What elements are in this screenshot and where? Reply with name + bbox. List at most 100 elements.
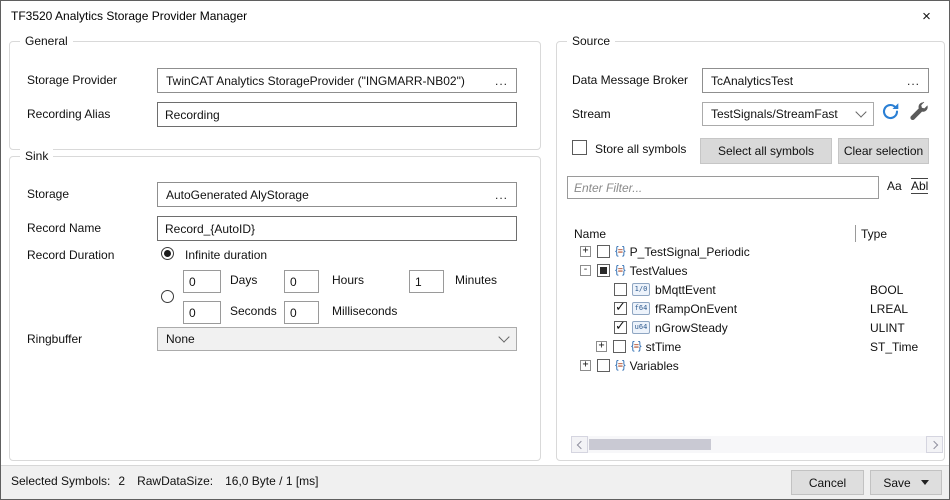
- selected-symbols-value: 2: [118, 474, 125, 488]
- struct-icon: {≡}: [615, 360, 625, 371]
- source-group-legend: Source: [567, 34, 615, 48]
- expand-icon[interactable]: +: [580, 360, 591, 371]
- tree-row[interactable]: + {≡} stTime ST_Time: [557, 337, 944, 356]
- tree-horizontal-scrollbar[interactable]: [571, 436, 943, 453]
- tree-row[interactable]: - {≡} TestValues: [557, 261, 944, 280]
- storage-browse-button[interactable]: ...: [495, 188, 508, 202]
- infinite-duration-radio[interactable]: [161, 247, 174, 260]
- record-name-label: Record Name: [27, 221, 101, 235]
- store-all-symbols-checkbox[interactable]: [572, 140, 587, 155]
- tree-row[interactable]: 1/0 bMqttEvent BOOL: [557, 280, 944, 299]
- scrollbar-thumb[interactable]: [589, 439, 711, 450]
- tree-checkbox[interactable]: [614, 302, 627, 315]
- refresh-streams-button[interactable]: [880, 101, 901, 122]
- rawdatasize-label: RawDataSize:: [137, 474, 213, 488]
- recording-alias-input[interactable]: [157, 102, 517, 127]
- status-bar: Selected Symbols: 2 RawDataSize: 16,0 By…: [1, 465, 949, 500]
- stream-settings-button[interactable]: [908, 101, 929, 122]
- tree-item-label: nGrowSteady: [655, 321, 728, 335]
- match-case-toggle[interactable]: Aa: [887, 179, 902, 193]
- title-bar: TF3520 Analytics Storage Provider Manage…: [1, 1, 949, 31]
- struct-icon: {≡}: [631, 341, 641, 352]
- chevron-left-icon: [576, 440, 584, 448]
- storage-value: AutoGenerated AlyStorage: [166, 188, 487, 202]
- chevron-right-icon: [929, 440, 937, 448]
- storage-field[interactable]: AutoGenerated AlyStorage ...: [157, 182, 517, 207]
- bool-type-icon: 1/0: [632, 283, 650, 296]
- milliseconds-input[interactable]: [284, 301, 319, 324]
- tree-checkbox[interactable]: [614, 321, 627, 334]
- sink-group: Sink Storage AutoGenerated AlyStorage ..…: [9, 156, 541, 461]
- hours-input[interactable]: [284, 270, 319, 293]
- infinite-duration-label: Infinite duration: [185, 248, 267, 262]
- chevron-down-icon: [855, 106, 866, 117]
- float64-type-icon: f64: [632, 302, 650, 315]
- stream-select[interactable]: TestSignals/StreamFast: [702, 102, 874, 126]
- tree-item-label: fRampOnEvent: [655, 302, 737, 316]
- tree-row[interactable]: + {≡} P_TestSignal_Periodic: [557, 242, 944, 261]
- collapse-icon[interactable]: -: [580, 265, 591, 276]
- minutes-label: Minutes: [455, 273, 497, 287]
- tree-row[interactable]: u64 nGrowSteady ULINT: [557, 318, 944, 337]
- tree-row[interactable]: + {≡} Variables: [557, 356, 944, 375]
- storage-provider-browse-button[interactable]: ...: [495, 74, 508, 88]
- tree-item-label: bMqttEvent: [655, 283, 716, 297]
- scroll-left-button[interactable]: [571, 436, 588, 453]
- seconds-input[interactable]: [183, 301, 221, 324]
- hours-label: Hours: [332, 273, 364, 287]
- sink-group-legend: Sink: [20, 149, 53, 163]
- days-label: Days: [230, 273, 257, 287]
- data-message-broker-field[interactable]: TcAnalyticsTest ...: [702, 68, 929, 93]
- filter-input[interactable]: [567, 176, 879, 199]
- select-all-symbols-button[interactable]: Select all symbols: [700, 138, 832, 164]
- stream-value: TestSignals/StreamFast: [711, 107, 857, 121]
- tree-item-label: Variables: [630, 359, 679, 373]
- scroll-right-button[interactable]: [926, 436, 943, 453]
- cancel-button[interactable]: Cancel: [791, 470, 864, 495]
- record-duration-label: Record Duration: [27, 248, 114, 262]
- storage-provider-value: TwinCAT Analytics StorageProvider ("INGM…: [166, 74, 487, 88]
- match-whole-word-toggle[interactable]: Abl: [911, 178, 928, 194]
- tree-item-label: stTime: [646, 340, 682, 354]
- save-dropdown-icon[interactable]: [921, 480, 929, 485]
- tree-checkbox[interactable]: [597, 359, 610, 372]
- data-message-broker-value: TcAnalyticsTest: [711, 74, 899, 88]
- tree-column-divider[interactable]: [855, 225, 856, 242]
- minutes-input[interactable]: [409, 270, 444, 293]
- storage-provider-label: Storage Provider: [27, 73, 117, 87]
- storage-label: Storage: [27, 187, 69, 201]
- tree-column-name: Name: [574, 227, 606, 241]
- tree-checkbox[interactable]: [597, 264, 610, 277]
- broker-browse-button[interactable]: ...: [907, 74, 920, 88]
- window-title: TF3520 Analytics Storage Provider Manage…: [11, 9, 247, 23]
- storage-provider-field[interactable]: TwinCAT Analytics StorageProvider ("INGM…: [157, 68, 517, 93]
- recording-alias-label: Recording Alias: [27, 107, 110, 121]
- finite-duration-radio[interactable]: [161, 290, 174, 303]
- tree-row[interactable]: f64 fRampOnEvent LREAL: [557, 299, 944, 318]
- stream-label: Stream: [572, 107, 611, 121]
- uint64-type-icon: u64: [632, 321, 650, 334]
- expand-icon[interactable]: +: [580, 246, 591, 257]
- rawdatasize-value: 16,0 Byte / 1 [ms]: [225, 474, 318, 488]
- milliseconds-label: Milliseconds: [332, 304, 397, 318]
- general-group-legend: General: [20, 34, 73, 48]
- days-input[interactable]: [183, 270, 221, 293]
- clear-selection-button[interactable]: Clear selection: [838, 138, 929, 164]
- tree-column-type: Type: [861, 227, 887, 241]
- tree-checkbox[interactable]: [613, 340, 626, 353]
- seconds-label: Seconds: [230, 304, 277, 318]
- tree-checkbox[interactable]: [597, 245, 610, 258]
- tree-item-type: LREAL: [870, 302, 908, 316]
- dialog-window: TF3520 Analytics Storage Provider Manage…: [0, 0, 950, 500]
- tree-item-type: ULINT: [870, 321, 905, 335]
- save-button[interactable]: Save: [870, 470, 942, 495]
- struct-icon: {≡}: [615, 246, 625, 257]
- record-name-input[interactable]: [157, 216, 517, 241]
- close-button[interactable]: ×: [904, 1, 949, 31]
- wrench-icon: [908, 101, 929, 122]
- tree-checkbox[interactable]: [614, 283, 627, 296]
- selected-symbols-label: Selected Symbols:: [11, 474, 110, 488]
- expand-icon[interactable]: +: [596, 341, 607, 352]
- ringbuffer-select[interactable]: None: [157, 327, 517, 351]
- close-icon: ×: [922, 8, 931, 25]
